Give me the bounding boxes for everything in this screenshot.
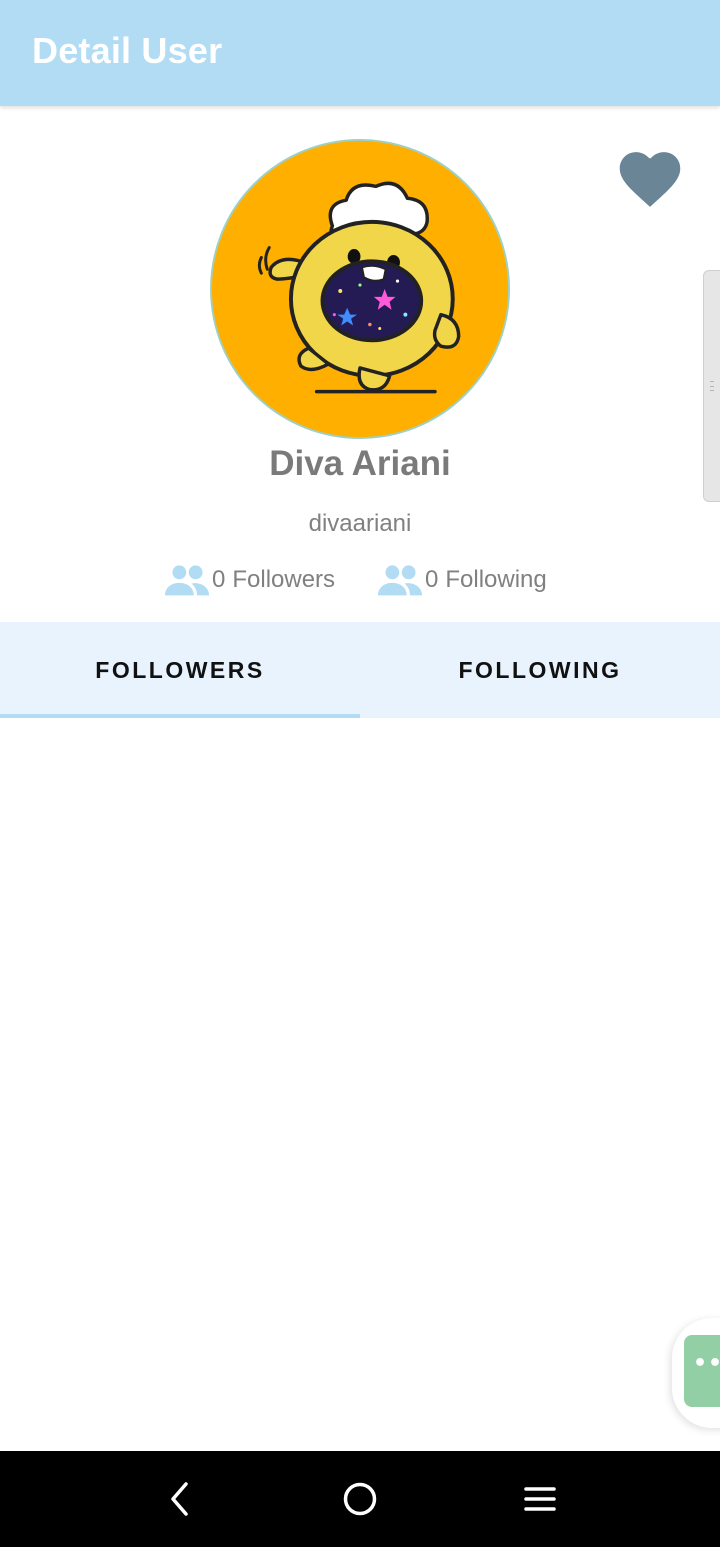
avatar [210, 139, 510, 439]
tab-content [0, 718, 720, 1451]
user-name: Diva Ariani [269, 444, 451, 483]
following-stat: 0 Following [377, 560, 547, 600]
avatar-image [212, 141, 508, 437]
people-icon [164, 562, 210, 598]
back-button[interactable] [150, 1469, 210, 1529]
people-icon [377, 562, 423, 598]
grip-icon [710, 381, 714, 391]
following-label: Following [445, 566, 547, 593]
tab-followers[interactable]: FOLLOWERS [0, 622, 360, 718]
heart-icon [619, 152, 681, 207]
followers-count: 0 [212, 566, 226, 593]
following-count: 0 [425, 566, 439, 593]
more-dots-icon: •• [693, 1351, 720, 1376]
recents-button[interactable] [510, 1469, 570, 1529]
followers-stat: 0 Followers [164, 560, 335, 600]
floating-action-button[interactable]: •• [672, 1318, 720, 1428]
home-icon [343, 1482, 377, 1516]
tab-bar: FOLLOWERS FOLLOWING [0, 622, 720, 718]
home-button[interactable] [330, 1469, 390, 1529]
tab-following[interactable]: FOLLOWING [360, 622, 720, 718]
system-nav-bar [0, 1451, 720, 1547]
favorite-button[interactable] [612, 144, 688, 212]
user-login: divaariani [308, 510, 412, 537]
back-icon [171, 1482, 188, 1516]
menu-icon [524, 1487, 556, 1511]
page-title: Detail User [32, 30, 223, 71]
followers-label: Followers [232, 566, 336, 593]
app-bar: Detail User [0, 0, 720, 106]
